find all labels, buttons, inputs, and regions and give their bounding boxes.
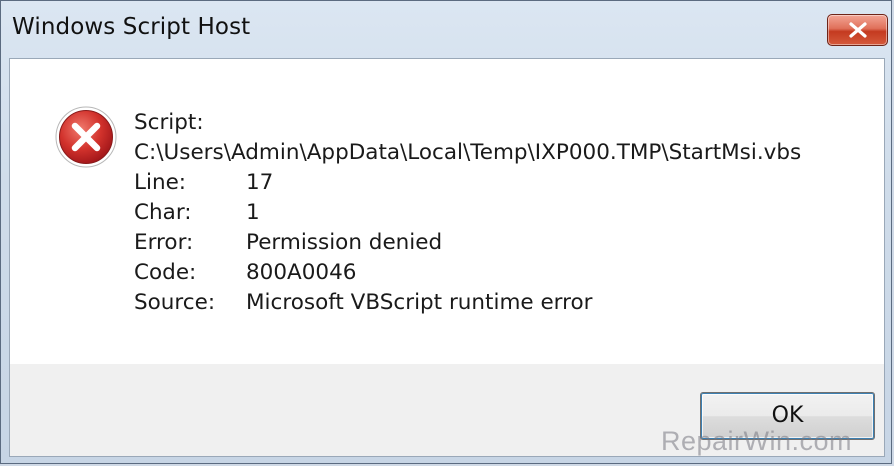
error-label: Error: — [134, 230, 194, 255]
window-title: Windows Script Host — [12, 14, 251, 40]
code-label: Code: — [134, 260, 197, 285]
error-row: Error: Permission denied — [134, 228, 801, 258]
source-label: Source: — [134, 290, 216, 315]
char-label: Char: — [134, 200, 192, 225]
message-area: Script: C:\Users\Admin\AppData\Local\Tem… — [10, 59, 884, 364]
error-icon — [55, 106, 117, 168]
line-value: 17 — [246, 170, 274, 195]
error-value: Permission denied — [246, 230, 443, 255]
dialog-window: Windows Script Host Script: C:\Users\Adm… — [0, 0, 892, 464]
error-message: Script: C:\Users\Admin\AppData\Local\Tem… — [134, 108, 801, 318]
close-icon — [849, 22, 867, 38]
char-value: 1 — [246, 200, 260, 225]
char-row: Char: 1 — [134, 198, 801, 228]
code-value: 800A0046 — [246, 260, 357, 285]
line-row: Line: 17 — [134, 168, 801, 198]
dialog-client-area: Script: C:\Users\Admin\AppData\Local\Tem… — [9, 58, 885, 457]
close-button[interactable] — [827, 14, 888, 46]
code-row: Code: 800A0046 — [134, 258, 801, 288]
title-bar[interactable]: Windows Script Host — [1, 1, 891, 58]
source-value: Microsoft VBScript runtime error — [246, 290, 593, 315]
script-label: Script: — [134, 110, 204, 135]
script-path: C:\Users\Admin\AppData\Local\Temp\IXP000… — [134, 140, 802, 165]
line-label: Line: — [134, 170, 187, 195]
watermark: RepairWin.com — [661, 426, 853, 456]
source-row: Source: Microsoft VBScript runtime error — [134, 288, 801, 318]
